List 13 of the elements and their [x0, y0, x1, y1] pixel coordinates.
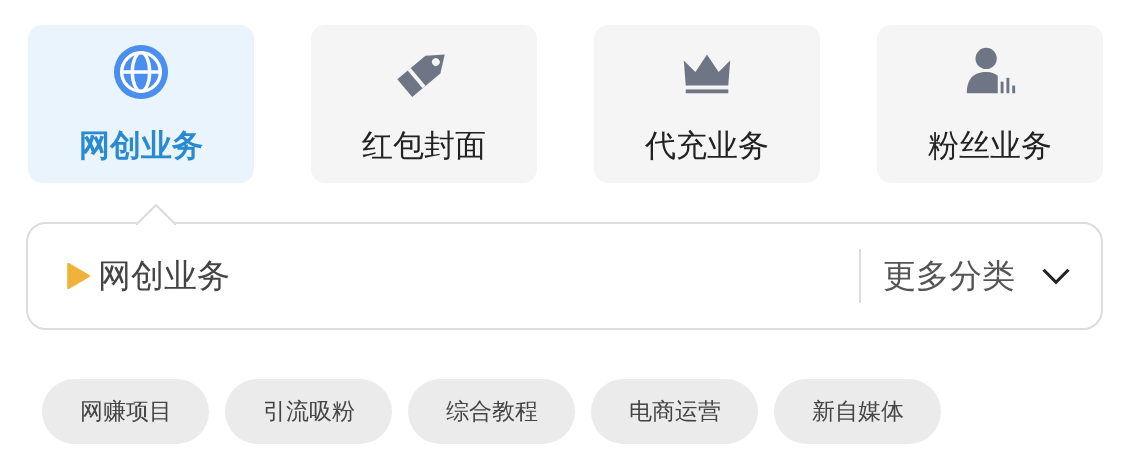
tag-chip[interactable]: 电商运营 [591, 379, 758, 444]
current-category: 网创业务 [98, 254, 231, 297]
tag-chip[interactable]: 新自媒体 [774, 379, 941, 444]
category-card[interactable]: 粉丝业务 [877, 25, 1103, 183]
tag-chip[interactable]: 综合教程 [408, 379, 575, 444]
category-card[interactable]: 代充业务 [594, 25, 820, 183]
globe-icon [112, 43, 170, 101]
category-card[interactable]: 红包封面 [311, 25, 537, 183]
tag-chip[interactable]: 引流吸粉 [225, 379, 392, 444]
tag-chip[interactable]: 网赚项目 [42, 379, 209, 444]
play-icon [66, 261, 90, 291]
more-categories-button[interactable]: 更多分类 [883, 253, 1071, 299]
chevron-down-icon [1041, 267, 1071, 285]
